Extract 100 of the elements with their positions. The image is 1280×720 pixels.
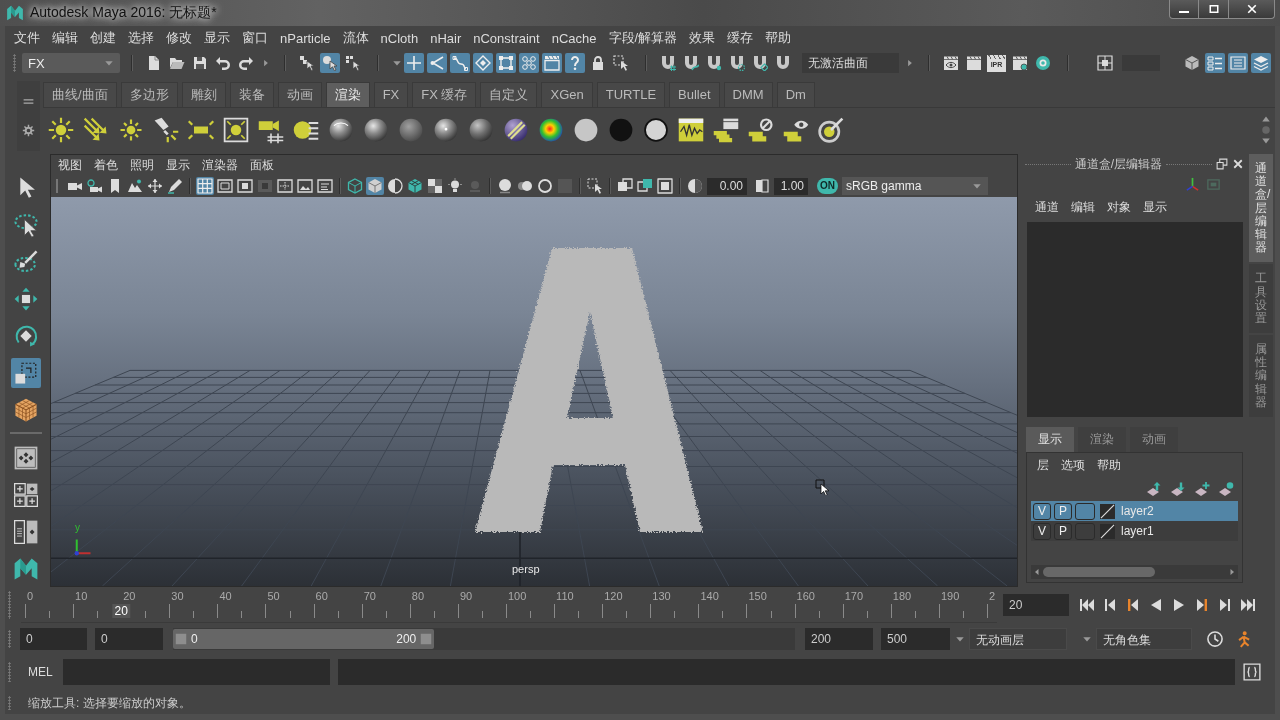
caret-icon[interactable]	[1082, 634, 1092, 644]
ring-icon[interactable]	[536, 177, 554, 195]
scroll-handle-icon[interactable]	[1261, 124, 1271, 135]
go-to-start-icon[interactable]	[1079, 597, 1095, 613]
layer-editor-tab[interactable]: 显示	[1026, 427, 1074, 452]
shelf-tab[interactable]: Bullet	[669, 82, 720, 107]
scroll-right-icon[interactable]	[1228, 567, 1236, 577]
menu-item[interactable]: 字段/解算器	[602, 29, 684, 47]
close-icon[interactable]	[1232, 158, 1244, 170]
resolution-gate-icon[interactable]	[236, 177, 254, 195]
visibility-toggle[interactable]: V	[1033, 502, 1051, 520]
light-bulb-icon[interactable]	[446, 177, 464, 195]
question-mark-icon[interactable]	[565, 53, 585, 73]
layer-dot-icon[interactable]	[1218, 481, 1234, 497]
exposure-field[interactable]: 0.00	[707, 177, 747, 195]
flashlight-icon[interactable]	[152, 115, 180, 144]
clock-icon[interactable]	[1206, 630, 1224, 648]
curve-icon[interactable]	[450, 53, 470, 73]
axes-icon[interactable]	[1185, 176, 1200, 192]
shelf-tab[interactable]: 雕刻	[181, 82, 226, 107]
pan-arrows-icon[interactable]	[146, 177, 164, 195]
range-slider-bar[interactable]: 0 200	[173, 629, 435, 649]
field-chart-icon[interactable]	[276, 177, 294, 195]
layer-editor-tab[interactable]: 渲染	[1078, 427, 1126, 452]
scale-tool-icon[interactable]	[11, 358, 41, 388]
crosshair-box-icon[interactable]	[1095, 53, 1115, 73]
menu-item[interactable]: 修改	[160, 29, 198, 47]
checker-icon[interactable]	[426, 177, 444, 195]
settings-icon[interactable]	[22, 124, 35, 137]
menu-item[interactable]: 缓存	[721, 29, 760, 47]
menu-item[interactable]: nConstraint	[467, 30, 546, 46]
range-handle-icon[interactable]	[420, 633, 433, 645]
channel-menu-item[interactable]: 编辑	[1065, 198, 1101, 216]
diagonal-line-icon[interactable]	[1100, 503, 1115, 519]
color-management-toggle[interactable]: ON	[817, 178, 838, 194]
animation-layer-dropdown[interactable]: 无动画层	[969, 628, 1067, 650]
half-circle-icon[interactable]	[386, 177, 404, 195]
close-window-button[interactable]	[1229, 0, 1275, 19]
menu-item[interactable]: nCloth	[374, 30, 425, 46]
gamma-field[interactable]: 1.00	[774, 177, 808, 195]
textured-cube-icon[interactable]	[406, 177, 424, 195]
exposure-icon[interactable]	[686, 177, 704, 195]
occlusion-sphere-icon[interactable]	[496, 177, 514, 195]
crosshair-icon[interactable]	[404, 53, 424, 73]
step-forward-frame-icon[interactable]	[1194, 597, 1210, 613]
layer-menu-item[interactable]: 帮助	[1091, 456, 1127, 474]
shelf-tab[interactable]: Dm	[776, 82, 815, 107]
layer-row[interactable]: V P layer2	[1031, 501, 1238, 521]
step-back-frame-icon[interactable]	[1125, 597, 1141, 613]
clapperboard-gear-icon[interactable]	[1010, 53, 1030, 73]
menu-item[interactable]: 编辑	[46, 29, 84, 47]
select-component-icon[interactable]	[343, 53, 363, 73]
character-set-dropdown[interactable]: 无角色集	[1096, 628, 1192, 650]
layer-editor-tab[interactable]: 动画	[1130, 427, 1178, 452]
lattice-box-icon[interactable]	[496, 53, 516, 73]
menu-item[interactable]: nParticle	[274, 30, 337, 46]
layer-up-icon[interactable]	[1146, 481, 1162, 497]
shelf-tab[interactable]: DMM	[723, 82, 773, 107]
layer-color-swatch[interactable]	[1075, 522, 1095, 540]
playback-toggle[interactable]: P	[1054, 522, 1072, 540]
new-layer-icon[interactable]	[1194, 481, 1210, 497]
shaded-cube-icon[interactable]	[366, 177, 384, 195]
menu-item[interactable]: 选择	[122, 29, 160, 47]
menu-item[interactable]: 帮助	[759, 29, 798, 47]
joint-chain-icon[interactable]	[427, 53, 447, 73]
start-frame-field[interactable]: 0	[20, 628, 87, 650]
range-handle-icon[interactable]	[175, 633, 187, 645]
float-panel-icon[interactable]	[1216, 158, 1228, 170]
gamma-icon[interactable]	[753, 177, 771, 195]
menu-item[interactable]: 创建	[84, 29, 122, 47]
panel-menu-item[interactable]: 显示	[160, 156, 196, 174]
shelf-tab[interactable]: 曲线/曲面	[43, 82, 117, 107]
layer-down-icon[interactable]	[1170, 481, 1186, 497]
isolate-select-icon[interactable]	[586, 177, 604, 195]
grid-icon[interactable]	[196, 177, 214, 195]
letter-a-mesh[interactable]	[475, 248, 703, 532]
menu-set-dropdown[interactable]: FX	[22, 53, 120, 73]
layers-slash-icon[interactable]	[747, 115, 775, 144]
cube-icon[interactable]	[1182, 53, 1202, 73]
script-language-button[interactable]: MEL	[22, 665, 59, 679]
minimize-button[interactable]	[1169, 0, 1199, 19]
wireframe-cube-icon[interactable]	[346, 177, 364, 195]
shelf-tab[interactable]: 装备	[229, 82, 274, 107]
layer-menu-item[interactable]: 选项	[1055, 456, 1091, 474]
xray-components-icon[interactable]	[656, 177, 674, 195]
layer-color-swatch[interactable]	[1075, 502, 1095, 520]
menu-item[interactable]: 文件	[8, 29, 46, 47]
shelf-tab[interactable]: XGen	[541, 82, 593, 107]
shelf-tab[interactable]: FX 缓存	[412, 82, 477, 107]
side-tab[interactable]: 通道盒/层编辑器	[1249, 154, 1273, 263]
shelf-tab[interactable]: FX	[373, 82, 409, 107]
step-back-key-icon[interactable]	[1102, 597, 1118, 613]
menu-item[interactable]: 效果	[683, 29, 722, 47]
live-surface-field[interactable]: 无激活曲面	[802, 53, 899, 73]
shelf-tab[interactable]: 动画	[277, 82, 322, 107]
side-tab[interactable]: 工具设置	[1249, 264, 1273, 334]
current-frame-field[interactable]: 20	[1003, 594, 1069, 616]
current-time-marker[interactable]: 20	[112, 604, 130, 618]
image-plane-icon[interactable]	[126, 177, 144, 195]
settings-panel-icon[interactable]	[1228, 53, 1248, 73]
